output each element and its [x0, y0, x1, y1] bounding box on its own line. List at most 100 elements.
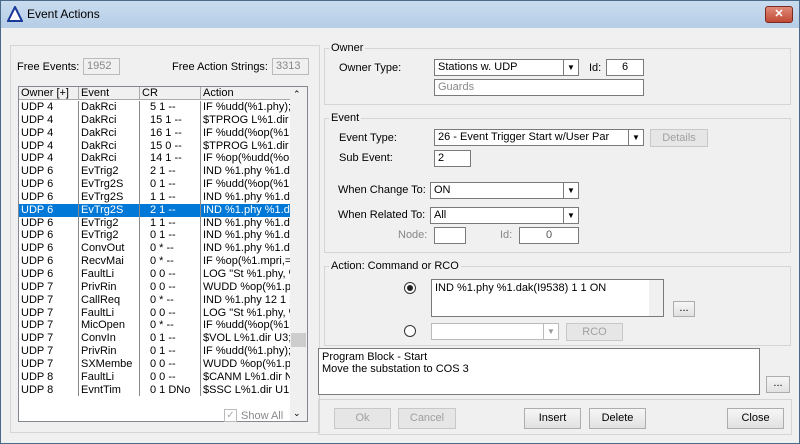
cell-owner: UDP 6 [19, 242, 79, 256]
table-row[interactable]: UDP 6 EvTrg2S 2 1 -- IND %1.phy %1.da [19, 203, 291, 217]
cell-event: EvTrg2S [79, 203, 140, 217]
command-more-button[interactable]: ... [673, 301, 695, 317]
owner-id-input[interactable]: 6 [606, 59, 644, 76]
chevron-down-icon: ▼ [628, 130, 643, 145]
event-type-value: 26 - Event Trigger Start w/User Par [438, 131, 610, 143]
related-id-input[interactable]: 0 [519, 227, 579, 244]
cell-event: CallReq [79, 293, 140, 307]
cell-owner: UDP 6 [19, 255, 79, 268]
table-row[interactable]: UDP 6 EvTrig2 1 1 -- IND %1.phy %1.da [19, 216, 291, 230]
table-row[interactable]: UDP 6 ConvOut 0 * -- IND %1.phy %1.da [19, 242, 291, 256]
node-input[interactable] [434, 227, 466, 244]
table-row[interactable]: UDP 7 SXMembe 0 0 -- WUDD %op(%1.ph [19, 357, 291, 371]
command-text: IND %1.phy %1.dak(I9538) 1 1 ON [435, 282, 607, 294]
table-row[interactable]: UDP 7 PrivRin 0 1 -- IF %udd(%1.phy);$I [19, 345, 291, 358]
cell-event: FaultLi [79, 267, 140, 281]
cell-owner: UDP 6 [19, 216, 79, 230]
event-type-dropdown[interactable]: 26 - Event Trigger Start w/User Par ▼ [434, 129, 644, 146]
node-label: Node: [398, 229, 428, 241]
command-textarea[interactable]: IND %1.phy %1.dak(I9538) 1 1 ON [431, 279, 664, 317]
window-title: Event Actions [27, 7, 100, 21]
cell-event: DakRci [79, 101, 140, 114]
cell-event: EvTrig2 [79, 216, 140, 230]
cell-event: PrivRin [79, 280, 140, 294]
ok-button[interactable]: Ok [334, 408, 391, 429]
list-header: Owner [+] Event CR Action [19, 87, 291, 100]
table-row[interactable]: UDP 7 PrivRin 0 0 -- WUDD %op(%1.ph [19, 280, 291, 294]
cell-cr: 0 * -- [140, 255, 201, 268]
rco-dropdown[interactable]: ▼ [431, 323, 559, 340]
cell-action: $VOL L%1.dir U3;I [203, 332, 291, 345]
cell-owner: UDP 6 [19, 190, 79, 204]
cell-owner: UDP 7 [19, 332, 79, 346]
table-row[interactable]: UDP 4 DakRci 14 1 -- IF %op(%udd(%op( [19, 152, 291, 166]
table-row[interactable]: UDP 4 DakRci 5 1 -- IF %udd(%1.phy);$ [19, 101, 291, 114]
cell-action: WUDD %op(%1.ph [203, 280, 291, 293]
table-row[interactable]: UDP 8 EvntTim 0 1 DNo $SSC L%1.dir U1;C [19, 383, 291, 397]
cell-owner: UDP 4 [19, 113, 79, 127]
cell-action: IND %1.phy %1.da [203, 203, 291, 216]
free-events-label: Free Events: [17, 61, 80, 73]
cell-action: IND %1.phy %1.da [203, 229, 291, 242]
cell-cr: 15 1 -- [140, 113, 201, 127]
chevron-down-icon: ▼ [563, 60, 578, 75]
owner-type-dropdown[interactable]: Stations w. UDP ▼ [434, 59, 579, 76]
table-row[interactable]: UDP 6 RecvMai 0 * -- IF %op(%1.mpri,=,4 [19, 255, 291, 268]
owner-name-field: Guards [434, 79, 644, 96]
column-owner[interactable]: Owner [+] [19, 87, 79, 99]
scroll-down-icon[interactable]: ⌄ [293, 408, 301, 419]
cell-action: $TPROG L%1.dir U [203, 139, 291, 152]
app-logo-icon [7, 6, 23, 22]
table-row[interactable]: UDP 4DakRci16 1 --IF %udd(%op(%1.pl [19, 126, 291, 140]
column-cr[interactable]: CR [140, 87, 201, 99]
events-list[interactable]: Owner [+] Event CR Action UDP 4 DakRci 5 1… [18, 86, 308, 422]
table-row[interactable]: UDP 7 FaultLi 0 0 -- LOG "St %1.phy, % [19, 306, 291, 320]
table-row[interactable]: UDP 4 DakRci 15 1 -- $TPROG L%1.dir U [19, 113, 291, 127]
table-row[interactable]: UDP 7 ConvIn 0 1 -- $VOL L%1.dir U3;I [19, 332, 291, 346]
rco-radio[interactable] [404, 325, 416, 337]
cell-action: LOG "St %1.phy, % [203, 267, 291, 280]
cell-event: DakRci [79, 152, 140, 166]
insert-button[interactable]: Insert [524, 408, 581, 429]
command-radio[interactable] [404, 282, 416, 294]
show-all-label: Show All [241, 410, 284, 422]
when-related-to-dropdown[interactable]: All ▼ [430, 207, 579, 224]
table-row[interactable]: UDP 6 EvTrig2 0 1 -- IND %1.phy %1.da [19, 229, 291, 243]
table-row[interactable]: UDP 6 FaultLi 0 0 -- LOG "St %1.phy, % [19, 267, 291, 281]
column-event[interactable]: Event [79, 87, 140, 99]
table-row[interactable]: UDP 6EvTrg2S0 1 --IF %udd(%op(%1.pl [19, 178, 291, 191]
owner-type-label: Owner Type: [339, 62, 402, 74]
cell-event: PrivRin [79, 345, 140, 358]
cell-cr: 0 * -- [140, 293, 201, 307]
cell-event: RecvMai [79, 255, 140, 268]
close-button[interactable]: Close [727, 408, 784, 429]
scroll-thumb[interactable] [291, 333, 306, 347]
delete-button[interactable]: Delete [589, 408, 646, 429]
table-row[interactable]: UDP 6 EvTrg2S 1 1 -- IND %1.phy %1.da [19, 190, 291, 204]
cell-owner: UDP 4 [19, 139, 79, 153]
list-scrollbar[interactable]: ⌃ ⌄ [290, 87, 307, 421]
cancel-button[interactable]: Cancel [398, 408, 456, 429]
cell-owner: UDP 7 [19, 306, 79, 320]
cell-cr: 0 1 -- [140, 345, 201, 358]
table-row[interactable]: UDP 7 CallReq 0 * -- IND %1.phy 12 1 3 [19, 293, 291, 307]
show-all-checkbox[interactable]: ✓ [224, 409, 237, 422]
column-action[interactable]: Action [201, 87, 291, 99]
close-window-button[interactable]: ✕ [765, 6, 793, 23]
description-more-button[interactable]: ... [766, 376, 790, 393]
scroll-up-icon[interactable]: ⌃ [293, 89, 301, 100]
table-row[interactable]: UDP 6 EvTrig2 2 1 -- IND %1.phy %1.da [19, 165, 291, 179]
sub-event-input[interactable]: 2 [434, 150, 471, 167]
cell-action: IF %udd(%op(%1.pl [203, 126, 291, 139]
list-rows: UDP 4 DakRci 5 1 -- IF %udd(%1.phy);$ UDP 4D… [19, 101, 291, 397]
table-row[interactable]: UDP 4 DakRci 15 0 -- $TPROG L%1.dir U [19, 139, 291, 153]
cell-owner: UDP 4 [19, 101, 79, 114]
owner-id-label: Id: [589, 62, 602, 74]
when-change-to-dropdown[interactable]: ON ▼ [430, 182, 579, 199]
table-row[interactable]: UDP 8FaultLi0 0 --$CANM L%1.dir NC [19, 370, 291, 384]
command-scrollbar[interactable] [649, 280, 663, 316]
description-textarea[interactable]: Program Block - Start Move the substatio… [318, 348, 760, 395]
table-row[interactable]: UDP 7MicOpen0 * --IF %udd(%op(%1.pl [19, 319, 291, 333]
rco-button[interactable]: RCO [566, 323, 623, 341]
details-button[interactable]: Details [650, 129, 708, 147]
